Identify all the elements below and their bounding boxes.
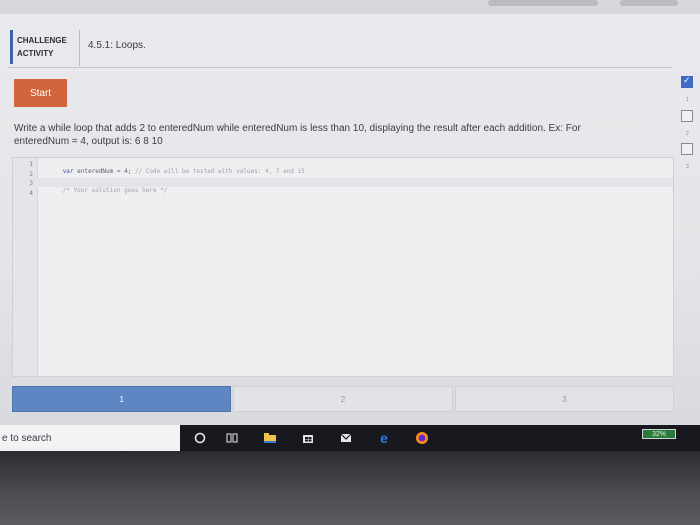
line-number: 1 — [29, 161, 33, 168]
mail-icon[interactable] — [338, 430, 354, 446]
edge-icon[interactable]: e — [376, 430, 392, 446]
level-number: 1 — [686, 97, 689, 103]
line-number: 2 — [29, 171, 33, 178]
firefox-icon[interactable] — [414, 430, 430, 446]
taskbar-search-box[interactable]: e to search — [0, 425, 180, 451]
level-number: 2 — [686, 131, 689, 137]
instructions-line1: Write a while loop that adds 2 to entere… — [14, 123, 581, 134]
code-comment: /* Your solution goes here */ — [62, 187, 168, 194]
blurred-toolbar-item — [488, 0, 598, 6]
taskbar: e to search e 32% — [0, 425, 700, 451]
header-underline — [8, 67, 672, 68]
top-toolbar — [0, 0, 700, 14]
level-3-checkbox-icon[interactable] — [681, 143, 693, 155]
monitor-bezel — [0, 451, 700, 525]
store-icon[interactable] — [300, 430, 316, 446]
progress-bar: 1 2 3 — [12, 386, 674, 412]
progress-segment-1[interactable]: 1 — [12, 386, 232, 412]
instructions-line2: enteredNum = 4, output is: 6 8 10 — [14, 136, 163, 147]
blurred-toolbar-item — [620, 0, 678, 6]
progress-segment-3[interactable]: 3 — [454, 386, 674, 412]
cortana-circle-icon[interactable] — [192, 430, 208, 446]
code-comment: // Code will be tested with values: 4, 7… — [134, 168, 305, 175]
header-divider — [79, 30, 80, 66]
challenge-activity-label: CHALLENGE ACTIVITY — [10, 30, 72, 64]
progress-segment-2[interactable]: 2 — [233, 386, 453, 412]
code-keyword: var — [62, 168, 74, 175]
challenge-title: 4.5.1: Loops. — [88, 40, 146, 51]
editor-gutter: 1 2 3 4 — [13, 158, 38, 376]
level-1-complete-icon[interactable] — [681, 75, 693, 88]
instructions: Write a while loop that adds 2 to entere… — [14, 122, 674, 148]
line-number: 4 — [29, 190, 33, 197]
challenge-label-line2: ACTIVITY — [17, 49, 54, 58]
level-2-checkbox-icon[interactable] — [681, 110, 693, 122]
code-text: enteredNum = 4; — [73, 168, 135, 175]
level-number: 3 — [686, 164, 689, 170]
code-line-3[interactable]: /* Your solution goes here */ — [41, 180, 168, 194]
line-number: 3 — [29, 180, 33, 187]
task-view-icon[interactable] — [224, 430, 240, 446]
start-button[interactable]: Start — [14, 79, 67, 107]
code-editor[interactable]: 1 2 3 4 var enteredNum = 4; // Code will… — [12, 157, 674, 377]
battery-indicator: 32% — [642, 429, 676, 439]
screen: CHALLENGE ACTIVITY 4.5.1: Loops. Start W… — [0, 0, 700, 425]
challenge-label-line1: CHALLENGE — [17, 36, 67, 45]
search-placeholder: e to search — [2, 432, 52, 444]
code-line-1[interactable]: var enteredNum = 4; // Code will be test… — [41, 161, 305, 175]
file-explorer-icon[interactable] — [262, 430, 278, 446]
